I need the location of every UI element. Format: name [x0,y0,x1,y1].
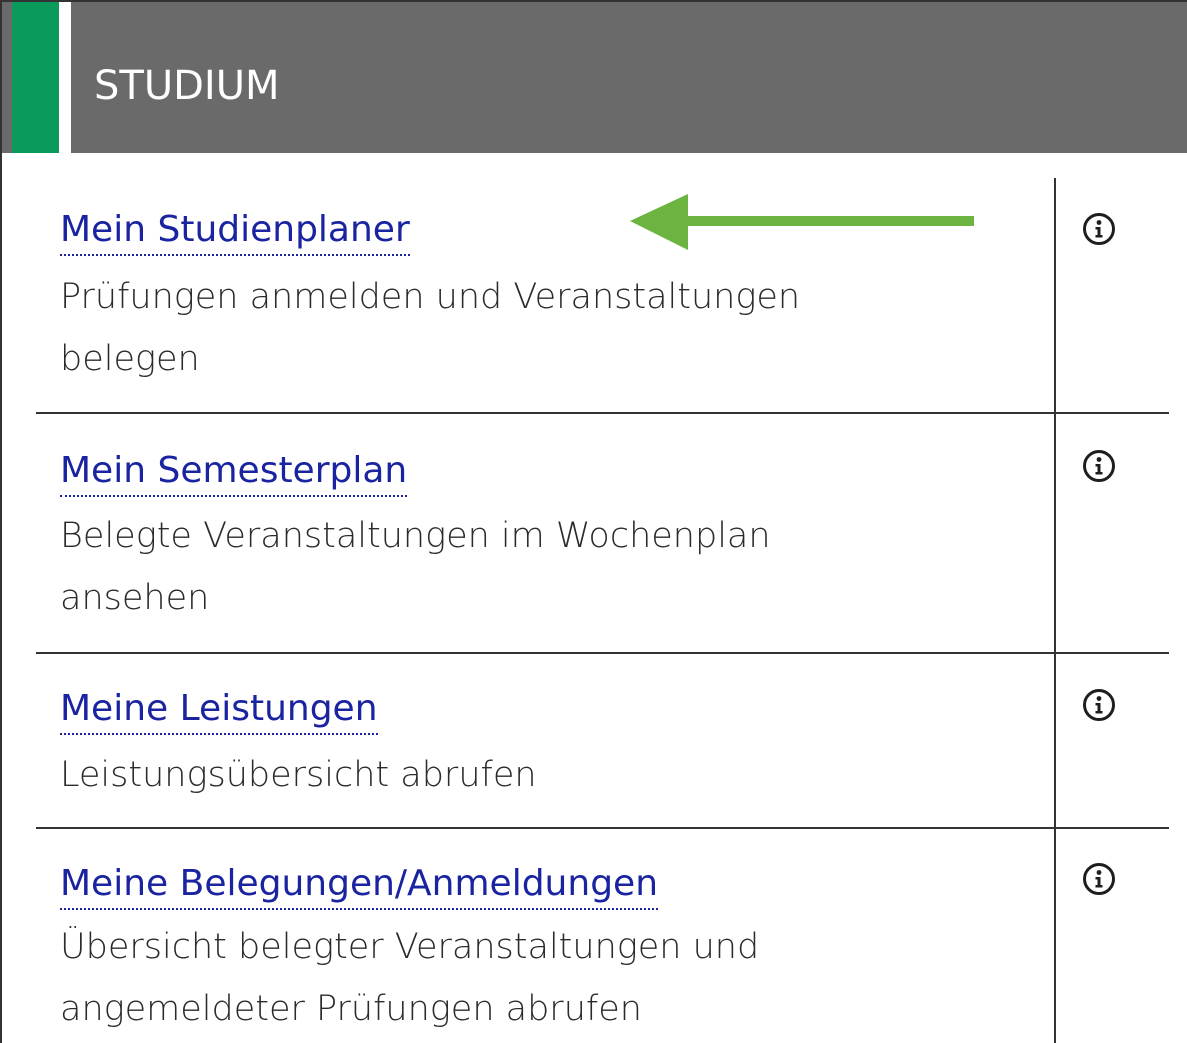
arrow-left-icon [630,194,974,250]
item-description-line: Belegte Veranstaltungen im Wochenplan [60,516,771,556]
section-title: STUDIUM [94,63,280,109]
arrow-shaft [682,216,974,226]
item-description-line: angemeldeter Prüfungen abrufen [60,989,642,1029]
header-accent-gap [59,2,71,153]
arrow-head [630,194,688,250]
info-circle-icon[interactable] [1082,688,1116,722]
item-description-line: Prüfungen anmelden und Veranstaltungen [60,277,801,317]
link-meine-belegungen-anmeldungen[interactable]: Meine Belegungen/Anmeldungen [60,861,659,910]
column-divider [1054,178,1056,1043]
row-divider [36,412,1169,414]
row-divider [36,652,1169,654]
studium-panel: STUDIUM Mein Studienplaner Prüfungen anm… [0,0,1187,1043]
item-description: Übersicht belegter Veranstaltungen und an… [60,916,960,1040]
section-header: STUDIUM [2,2,1187,153]
item-description: Leistungsübersicht abrufen [60,744,960,806]
item-description: Prüfungen anmelden und Veranstaltungen be… [60,266,960,390]
item-description-line: Leistungsübersicht abrufen [60,755,537,795]
link-mein-studienplaner[interactable]: Mein Studienplaner [60,207,410,256]
link-meine-leistungen[interactable]: Meine Leistungen [60,686,378,735]
link-mein-semesterplan[interactable]: Mein Semesterplan [60,448,408,497]
item-description-line: Übersicht belegter Veranstaltungen und [60,927,760,967]
item-description-line: belegen [60,339,200,379]
row-divider [36,827,1169,829]
item-description: Belegte Veranstaltungen im Wochenplan ans… [60,505,960,629]
info-circle-icon[interactable] [1082,449,1116,483]
item-description-line: ansehen [60,578,210,618]
header-accent-bar [12,2,59,153]
info-circle-icon[interactable] [1082,862,1116,896]
info-circle-icon[interactable] [1082,212,1116,246]
